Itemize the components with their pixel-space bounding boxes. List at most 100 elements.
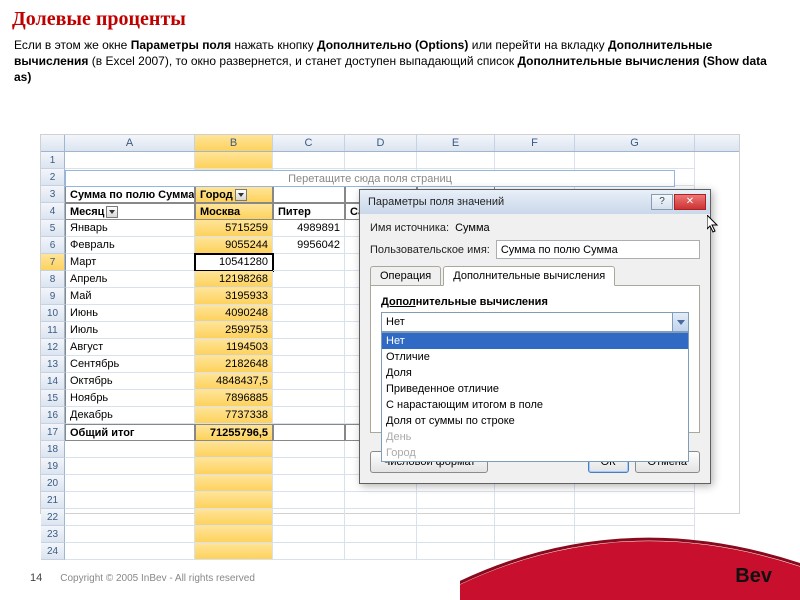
combo-item[interactable]: Доля от суммы по строке: [382, 413, 688, 429]
col-header-E[interactable]: E: [417, 135, 495, 151]
dropdown-icon[interactable]: [235, 189, 247, 201]
combo-item-disabled: Город: [382, 445, 688, 461]
combo-item[interactable]: Отличие: [382, 349, 688, 365]
value-cell[interactable]: [273, 339, 345, 356]
tab-operation[interactable]: Операция: [370, 266, 441, 286]
value-cell[interactable]: 4989891: [273, 220, 345, 237]
page-number: 14: [30, 572, 42, 584]
col-header-G[interactable]: G: [575, 135, 695, 151]
col-header-C[interactable]: C: [273, 135, 345, 151]
help-icon[interactable]: ?: [651, 194, 673, 210]
value-cell[interactable]: 4090248: [195, 305, 273, 322]
row-header[interactable]: 23: [41, 526, 65, 543]
combo-item[interactable]: С нарастающим итогом в поле: [382, 397, 688, 413]
value-cell[interactable]: 2599753: [195, 322, 273, 339]
inbev-logo: !nBev: [716, 565, 772, 588]
row-header[interactable]: 19: [41, 458, 65, 475]
row-header[interactable]: 1: [41, 152, 65, 169]
pivot-col-field[interactable]: Город: [195, 186, 273, 203]
row-header[interactable]: 12: [41, 339, 65, 356]
value-cell[interactable]: [273, 305, 345, 322]
city-header: Москва: [195, 203, 273, 220]
value-cell[interactable]: [273, 322, 345, 339]
source-name-value: Сумма: [455, 222, 490, 234]
row-header[interactable]: 11: [41, 322, 65, 339]
row-header[interactable]: 6: [41, 237, 65, 254]
col-header-A[interactable]: A: [65, 135, 195, 151]
month-cell[interactable]: Июнь: [65, 305, 195, 322]
month-cell[interactable]: Февраль: [65, 237, 195, 254]
row-header[interactable]: 8: [41, 271, 65, 288]
value-cell[interactable]: [273, 288, 345, 305]
col-header-B[interactable]: B: [195, 135, 273, 151]
month-cell[interactable]: Июль: [65, 322, 195, 339]
value-cell[interactable]: 10541280: [195, 254, 273, 271]
value-cell[interactable]: [273, 373, 345, 390]
value-cell[interactable]: 3195933: [195, 288, 273, 305]
month-cell[interactable]: Август: [65, 339, 195, 356]
row-header[interactable]: 15: [41, 390, 65, 407]
month-cell[interactable]: Ноябрь: [65, 390, 195, 407]
row-header[interactable]: 16: [41, 407, 65, 424]
combo-dropdown-list: Нет Отличие Доля Приведенное отличие С н…: [381, 332, 689, 462]
row-header[interactable]: 13: [41, 356, 65, 373]
row-header[interactable]: 10: [41, 305, 65, 322]
value-cell[interactable]: 9055244: [195, 237, 273, 254]
column-headers: A B C D E F G: [41, 135, 739, 152]
pivot-row-field[interactable]: Месяц: [65, 203, 195, 220]
row-header[interactable]: 17: [41, 424, 65, 441]
col-header-D[interactable]: D: [345, 135, 417, 151]
value-cell[interactable]: [273, 407, 345, 424]
value-cell[interactable]: 1194503: [195, 339, 273, 356]
month-cell[interactable]: Март: [65, 254, 195, 271]
month-cell[interactable]: Сентябрь: [65, 356, 195, 373]
close-icon[interactable]: ✕: [674, 194, 706, 210]
row-header[interactable]: 20: [41, 475, 65, 492]
dropdown-icon[interactable]: [106, 206, 118, 218]
value-cell[interactable]: [273, 356, 345, 373]
value-cell[interactable]: 2182648: [195, 356, 273, 373]
month-cell[interactable]: Декабрь: [65, 407, 195, 424]
grand-total-label: Общий итог: [65, 424, 195, 441]
value-cell[interactable]: 4848437,5: [195, 373, 273, 390]
month-cell[interactable]: Апрель: [65, 271, 195, 288]
row-header[interactable]: 14: [41, 373, 65, 390]
row-header[interactable]: 2: [41, 169, 65, 186]
chevron-down-icon[interactable]: [672, 313, 688, 331]
combo-item[interactable]: Приведенное отличие: [382, 381, 688, 397]
copyright-text: Copyright © 2005 InBev - All rights rese…: [60, 573, 255, 584]
value-cell[interactable]: 12198268: [195, 271, 273, 288]
row-header[interactable]: 7: [41, 254, 65, 271]
combo-item[interactable]: Нет: [382, 333, 688, 349]
show-data-as-combo[interactable]: Нет Нет Отличие Доля Приведенное отличие…: [381, 312, 689, 332]
combo-item-disabled: День: [382, 429, 688, 445]
select-all-corner[interactable]: [41, 135, 65, 151]
custom-name-label: Пользовательское имя:: [370, 244, 490, 256]
page-fields-dropzone[interactable]: Перетащите сюда поля страниц: [65, 170, 675, 187]
value-cell[interactable]: 9956042: [273, 237, 345, 254]
row-header[interactable]: 24: [41, 543, 65, 560]
pivot-data-field[interactable]: Сумма по полю Сумма: [65, 186, 195, 203]
value-cell[interactable]: 7896885: [195, 390, 273, 407]
combo-item[interactable]: Доля: [382, 365, 688, 381]
dialog-titlebar[interactable]: Параметры поля значений ? ✕: [360, 190, 710, 214]
month-cell[interactable]: Октябрь: [65, 373, 195, 390]
value-cell[interactable]: [273, 390, 345, 407]
custom-name-input[interactable]: [496, 240, 700, 259]
col-header-F[interactable]: F: [495, 135, 575, 151]
value-cell[interactable]: 7737338: [195, 407, 273, 424]
row-header[interactable]: 21: [41, 492, 65, 509]
tab-show-values-as[interactable]: Дополнительные вычисления: [443, 266, 615, 286]
row-header[interactable]: 4: [41, 203, 65, 220]
row-header[interactable]: 5: [41, 220, 65, 237]
dialog-title: Параметры поля значений: [368, 196, 651, 208]
month-cell[interactable]: Май: [65, 288, 195, 305]
value-cell[interactable]: [273, 254, 345, 271]
value-cell[interactable]: [273, 271, 345, 288]
value-cell[interactable]: 5715259: [195, 220, 273, 237]
row-header[interactable]: 9: [41, 288, 65, 305]
row-header[interactable]: 3: [41, 186, 65, 203]
row-header[interactable]: 22: [41, 509, 65, 526]
row-header[interactable]: 18: [41, 441, 65, 458]
month-cell[interactable]: Январь: [65, 220, 195, 237]
